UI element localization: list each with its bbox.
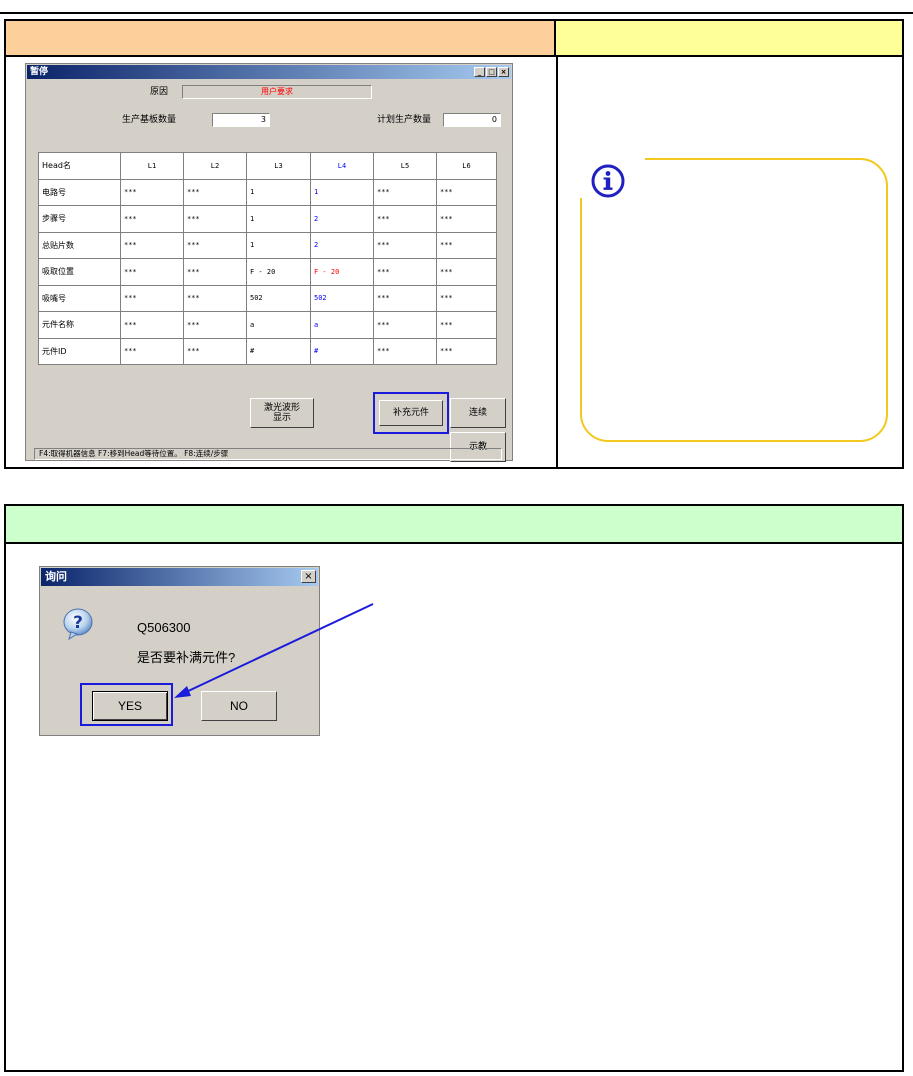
reason-label: 原因 bbox=[150, 87, 169, 97]
top-section-divider bbox=[556, 57, 558, 467]
planned-count-label: 计划生产数量 bbox=[377, 115, 432, 125]
table-cell: *** bbox=[183, 311, 247, 339]
window-controls: _ □ × bbox=[474, 67, 509, 77]
replenish-highlight-box bbox=[373, 392, 449, 434]
produced-count-field: 3 bbox=[212, 113, 270, 127]
table-cell: 2 bbox=[310, 205, 374, 233]
column-header: L2 bbox=[183, 152, 247, 180]
laser-waveform-label-1: 激光波形 bbox=[263, 403, 300, 413]
table-cell: 2 bbox=[310, 231, 374, 259]
column-header: L4 bbox=[310, 152, 374, 180]
table-cell: F - 20 bbox=[310, 258, 374, 286]
row-header: 元件名称 bbox=[38, 311, 121, 339]
table-cell: 1 bbox=[246, 205, 311, 233]
table-cell: a bbox=[310, 311, 374, 339]
table-cell: # bbox=[246, 337, 311, 365]
table-cell: *** bbox=[436, 311, 497, 339]
table-cell: *** bbox=[373, 258, 437, 286]
head-info-table: Head名 L1 L2 L3 L4 L5 L6 电路号 *** *** 1 1 … bbox=[38, 152, 497, 365]
table-cell: *** bbox=[183, 284, 247, 312]
table-cell: *** bbox=[120, 337, 184, 365]
top-left-header bbox=[6, 21, 556, 57]
table-cell: *** bbox=[120, 311, 184, 339]
pause-window-title: 暂停 _ □ × bbox=[27, 65, 511, 79]
table-cell: *** bbox=[436, 231, 497, 259]
table-cell: *** bbox=[373, 311, 437, 339]
table-cell: *** bbox=[120, 231, 184, 259]
maximize-button[interactable]: □ bbox=[486, 67, 497, 77]
row-header: 吸嘴号 bbox=[38, 284, 121, 312]
table-cell: *** bbox=[373, 205, 437, 233]
column-header: L5 bbox=[373, 152, 437, 180]
bottom-header bbox=[6, 506, 902, 544]
table-cell: *** bbox=[120, 178, 184, 206]
table-cell: *** bbox=[120, 284, 184, 312]
row-header: 元件ID bbox=[38, 337, 121, 365]
info-icon bbox=[591, 164, 625, 198]
table-cell: *** bbox=[183, 258, 247, 286]
table-row: 元件名称 *** *** a a *** *** bbox=[38, 311, 497, 339]
table-header-row: Head名 L1 L2 L3 L4 L5 L6 bbox=[38, 152, 497, 180]
row-header: 电路号 bbox=[38, 178, 121, 206]
close-button[interactable]: × bbox=[498, 67, 509, 77]
pause-window-title-text: 暂停 bbox=[30, 67, 49, 77]
laser-waveform-label-2: 显示 bbox=[272, 413, 291, 423]
table-cell: *** bbox=[373, 337, 437, 365]
pause-window: 暂停 _ □ × 原因 用户要求 生产基板数量 3 计划生产数量 0 Head名… bbox=[25, 63, 513, 462]
column-header: Head名 bbox=[38, 152, 121, 180]
table-row: 吸嘴号 *** *** 502 502 *** *** bbox=[38, 284, 497, 312]
table-cell: *** bbox=[436, 337, 497, 365]
table-cell: *** bbox=[183, 178, 247, 206]
query-close-button[interactable]: × bbox=[301, 570, 316, 583]
info-note-box bbox=[580, 158, 888, 442]
table-cell: *** bbox=[120, 205, 184, 233]
table-row: 吸取位置 *** *** F - 20 F - 20 *** *** bbox=[38, 258, 497, 286]
table-cell: *** bbox=[183, 231, 247, 259]
table-cell: *** bbox=[373, 178, 437, 206]
table-cell: a bbox=[246, 311, 311, 339]
continue-button[interactable]: 连续 bbox=[450, 398, 506, 428]
row-header: 总贴片数 bbox=[38, 231, 121, 259]
top-right-header bbox=[556, 21, 902, 57]
column-header: L6 bbox=[436, 152, 497, 180]
table-cell: *** bbox=[436, 284, 497, 312]
table-cell: 1 bbox=[246, 178, 311, 206]
table-row: 总贴片数 *** *** 1 2 *** *** bbox=[38, 231, 497, 259]
table-row: 步骤号 *** *** 1 2 *** *** bbox=[38, 205, 497, 233]
table-cell: *** bbox=[436, 205, 497, 233]
table-cell: # bbox=[310, 337, 374, 365]
laser-waveform-button[interactable]: 激光波形 显示 bbox=[250, 398, 314, 428]
reason-field: 用户要求 bbox=[182, 85, 372, 99]
top-rule bbox=[0, 12, 913, 14]
row-header: 吸取位置 bbox=[38, 258, 121, 286]
table-row: 电路号 *** *** 1 1 *** *** bbox=[38, 178, 497, 206]
svg-text:?: ? bbox=[73, 613, 83, 633]
question-icon: ? bbox=[63, 608, 93, 641]
column-header: L1 bbox=[120, 152, 184, 180]
planned-count-field: 0 bbox=[443, 113, 501, 127]
table-cell: *** bbox=[183, 205, 247, 233]
table-cell: *** bbox=[183, 337, 247, 365]
table-cell: 1 bbox=[310, 178, 374, 206]
table-row: 元件ID *** *** # # *** *** bbox=[38, 337, 497, 365]
table-cell: *** bbox=[436, 258, 497, 286]
table-cell: *** bbox=[373, 284, 437, 312]
table-cell: *** bbox=[373, 231, 437, 259]
table-cell: 502 bbox=[310, 284, 374, 312]
table-cell: 1 bbox=[246, 231, 311, 259]
table-cell: *** bbox=[120, 258, 184, 286]
row-header: 步骤号 bbox=[38, 205, 121, 233]
status-bar: F4:取得机器信息 F7:移到Head等待位置。 F8:连续/步骤 bbox=[34, 448, 502, 460]
query-dialog-title: 询问 bbox=[41, 568, 318, 586]
table-cell: *** bbox=[436, 178, 497, 206]
produced-count-label: 生产基板数量 bbox=[122, 115, 177, 125]
column-header: L3 bbox=[246, 152, 311, 180]
minimize-button[interactable]: _ bbox=[474, 67, 485, 77]
arrow-pointer bbox=[174, 603, 374, 698]
table-cell: 502 bbox=[246, 284, 311, 312]
table-cell: F - 20 bbox=[246, 258, 311, 286]
